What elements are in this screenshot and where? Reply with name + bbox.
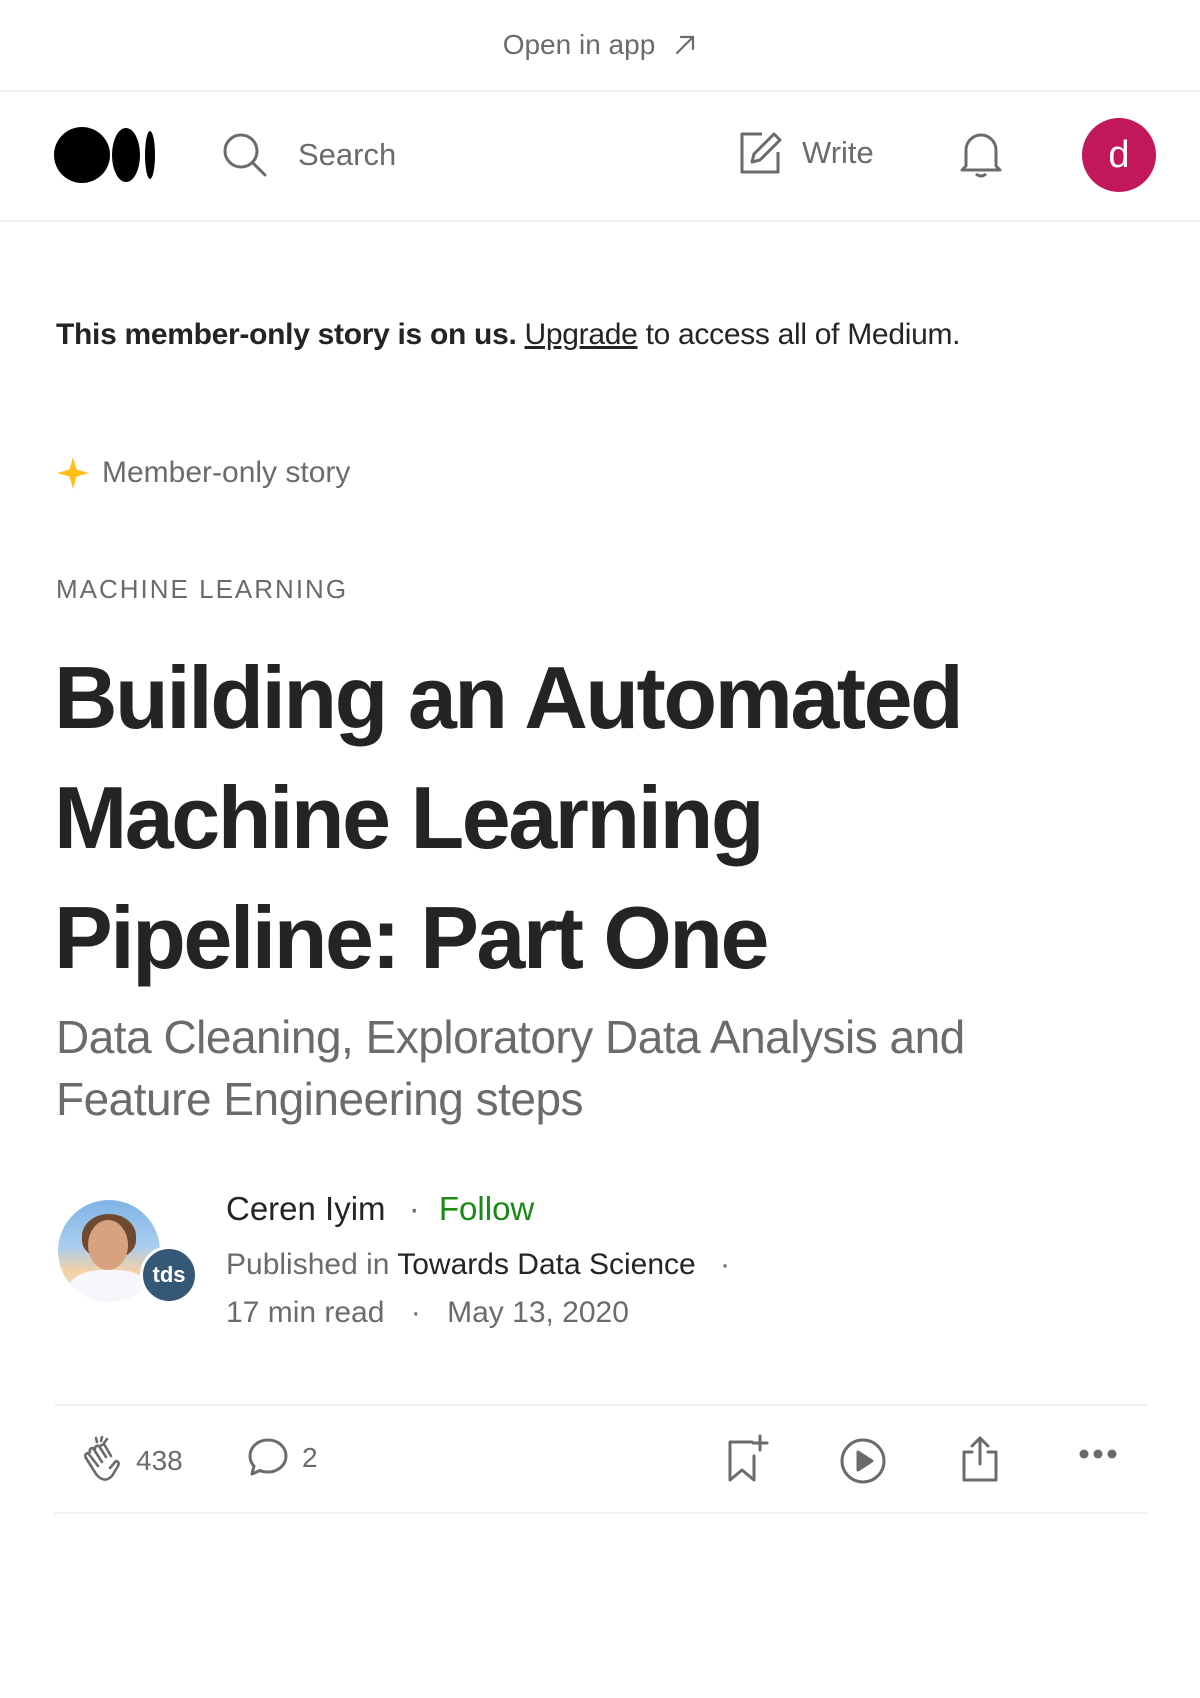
top-navigation: Search Write d bbox=[0, 92, 1200, 222]
clap-count: 438 bbox=[136, 1445, 183, 1476]
publication-line: Published in Towards Data Science · bbox=[226, 1248, 730, 1282]
star-icon bbox=[56, 456, 90, 490]
separator-dot: · bbox=[720, 1248, 731, 1281]
arrow-up-right-icon bbox=[673, 33, 697, 57]
action-bar: 438 2 bbox=[54, 1404, 1148, 1514]
author-line: Ceren Iyim · Follow bbox=[226, 1190, 534, 1228]
subtitle-line: Data Cleaning, Exploratory Data Analysis… bbox=[56, 1011, 965, 1063]
search-icon bbox=[222, 132, 268, 178]
follow-button[interactable]: Follow bbox=[439, 1190, 534, 1227]
listen-play-icon[interactable] bbox=[838, 1436, 888, 1486]
search-placeholder[interactable]: Search bbox=[298, 137, 396, 173]
publication-badge[interactable]: tds bbox=[140, 1246, 198, 1304]
write-icon bbox=[738, 130, 784, 176]
share-icon[interactable] bbox=[958, 1434, 1002, 1484]
author-name[interactable]: Ceren Iyim bbox=[226, 1190, 386, 1227]
comment-icon bbox=[246, 1436, 290, 1480]
clap-button[interactable]: 438 bbox=[74, 1436, 183, 1486]
member-banner-bold: This member-only story is on us. bbox=[56, 318, 517, 351]
article-subtitle: Data Cleaning, Exploratory Data Analysis… bbox=[56, 1006, 1146, 1130]
open-in-app-bar[interactable]: Open in app bbox=[0, 0, 1200, 92]
user-avatar[interactable]: d bbox=[1082, 118, 1156, 192]
article-title: Building an Automated Machine Learning P… bbox=[54, 638, 1134, 998]
separator-dot: · bbox=[408, 1190, 420, 1227]
write-button[interactable]: Write bbox=[738, 130, 874, 176]
response-count: 2 bbox=[302, 1442, 318, 1473]
more-options-icon[interactable] bbox=[1078, 1444, 1118, 1464]
member-only-indicator: Member-only story bbox=[56, 456, 350, 490]
member-banner: This member-only story is on us. Upgrade… bbox=[56, 318, 960, 352]
publish-date: May 13, 2020 bbox=[447, 1296, 629, 1329]
article-tag[interactable]: MACHINE LEARNING bbox=[56, 574, 348, 605]
title-line: Pipeline: Part One bbox=[54, 888, 769, 987]
title-line: Building an Automated bbox=[54, 648, 964, 747]
clap-icon bbox=[74, 1436, 124, 1486]
publication-name[interactable]: Towards Data Science bbox=[397, 1248, 695, 1281]
notifications-bell-icon[interactable] bbox=[958, 130, 1004, 178]
title-line: Machine Learning bbox=[54, 768, 765, 867]
separator-dot: · bbox=[410, 1296, 421, 1329]
subtitle-line: Feature Engineering steps bbox=[56, 1073, 584, 1125]
published-in-label: Published in bbox=[226, 1248, 390, 1281]
read-time: 17 min read bbox=[226, 1296, 385, 1329]
member-banner-rest: to access all of Medium. bbox=[645, 318, 961, 351]
write-label[interactable]: Write bbox=[802, 135, 874, 171]
responses-button[interactable]: 2 bbox=[246, 1436, 318, 1480]
medium-logo[interactable] bbox=[54, 125, 158, 185]
bookmark-add-icon[interactable] bbox=[726, 1434, 770, 1484]
article-meta: 17 min read · May 13, 2020 bbox=[226, 1296, 629, 1330]
search-field[interactable]: Search bbox=[222, 132, 396, 178]
open-in-app-label[interactable]: Open in app bbox=[503, 29, 656, 61]
member-only-label: Member-only story bbox=[102, 456, 351, 489]
upgrade-link[interactable]: Upgrade bbox=[525, 318, 638, 351]
